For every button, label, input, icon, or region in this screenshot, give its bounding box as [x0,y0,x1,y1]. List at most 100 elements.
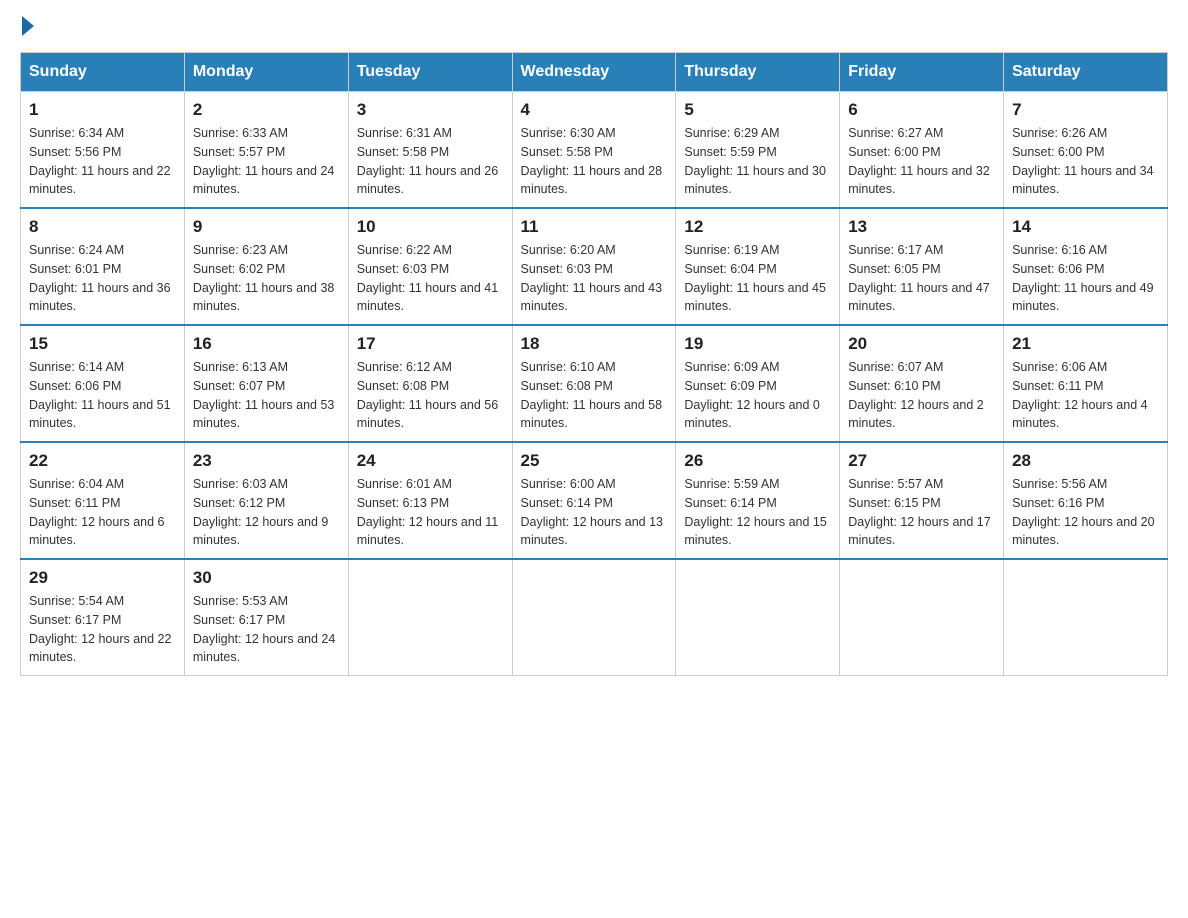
day-number: 21 [1012,334,1159,354]
calendar-header-tuesday: Tuesday [348,53,512,92]
day-info: Sunrise: 6:01 AMSunset: 6:13 PMDaylight:… [357,477,499,547]
calendar-cell: 17 Sunrise: 6:12 AMSunset: 6:08 PMDaylig… [348,325,512,442]
page-header [20,20,1168,36]
calendar-header-monday: Monday [184,53,348,92]
calendar-header-row: SundayMondayTuesdayWednesdayThursdayFrid… [21,53,1168,92]
calendar-cell: 16 Sunrise: 6:13 AMSunset: 6:07 PMDaylig… [184,325,348,442]
day-number: 20 [848,334,995,354]
calendar-cell: 3 Sunrise: 6:31 AMSunset: 5:58 PMDayligh… [348,92,512,209]
calendar-cell: 4 Sunrise: 6:30 AMSunset: 5:58 PMDayligh… [512,92,676,209]
calendar-week-row: 15 Sunrise: 6:14 AMSunset: 6:06 PMDaylig… [21,325,1168,442]
day-info: Sunrise: 6:19 AMSunset: 6:04 PMDaylight:… [684,243,826,313]
day-info: Sunrise: 6:33 AMSunset: 5:57 PMDaylight:… [193,126,335,196]
day-info: Sunrise: 6:07 AMSunset: 6:10 PMDaylight:… [848,360,984,430]
day-number: 13 [848,217,995,237]
day-number: 4 [521,100,668,120]
calendar-cell: 26 Sunrise: 5:59 AMSunset: 6:14 PMDaylig… [676,442,840,559]
calendar-cell [348,559,512,676]
calendar-cell: 28 Sunrise: 5:56 AMSunset: 6:16 PMDaylig… [1004,442,1168,559]
day-info: Sunrise: 6:23 AMSunset: 6:02 PMDaylight:… [193,243,335,313]
calendar-cell: 2 Sunrise: 6:33 AMSunset: 5:57 PMDayligh… [184,92,348,209]
calendar-cell: 29 Sunrise: 5:54 AMSunset: 6:17 PMDaylig… [21,559,185,676]
day-number: 12 [684,217,831,237]
calendar-header-sunday: Sunday [21,53,185,92]
calendar-header-friday: Friday [840,53,1004,92]
day-number: 18 [521,334,668,354]
calendar-week-row: 22 Sunrise: 6:04 AMSunset: 6:11 PMDaylig… [21,442,1168,559]
day-info: Sunrise: 6:04 AMSunset: 6:11 PMDaylight:… [29,477,165,547]
day-info: Sunrise: 6:09 AMSunset: 6:09 PMDaylight:… [684,360,820,430]
calendar-cell: 18 Sunrise: 6:10 AMSunset: 6:08 PMDaylig… [512,325,676,442]
day-number: 22 [29,451,176,471]
day-info: Sunrise: 6:26 AMSunset: 6:00 PMDaylight:… [1012,126,1154,196]
day-number: 2 [193,100,340,120]
day-number: 15 [29,334,176,354]
calendar-cell: 23 Sunrise: 6:03 AMSunset: 6:12 PMDaylig… [184,442,348,559]
calendar-cell: 30 Sunrise: 5:53 AMSunset: 6:17 PMDaylig… [184,559,348,676]
calendar-cell: 14 Sunrise: 6:16 AMSunset: 6:06 PMDaylig… [1004,208,1168,325]
day-number: 11 [521,217,668,237]
day-number: 23 [193,451,340,471]
day-number: 5 [684,100,831,120]
calendar-cell: 21 Sunrise: 6:06 AMSunset: 6:11 PMDaylig… [1004,325,1168,442]
day-info: Sunrise: 6:24 AMSunset: 6:01 PMDaylight:… [29,243,171,313]
calendar-cell: 12 Sunrise: 6:19 AMSunset: 6:04 PMDaylig… [676,208,840,325]
logo-arrow-icon [22,16,34,36]
calendar-cell: 27 Sunrise: 5:57 AMSunset: 6:15 PMDaylig… [840,442,1004,559]
calendar-cell: 10 Sunrise: 6:22 AMSunset: 6:03 PMDaylig… [348,208,512,325]
day-info: Sunrise: 6:14 AMSunset: 6:06 PMDaylight:… [29,360,171,430]
day-number: 19 [684,334,831,354]
day-info: Sunrise: 5:56 AMSunset: 6:16 PMDaylight:… [1012,477,1154,547]
calendar-cell: 8 Sunrise: 6:24 AMSunset: 6:01 PMDayligh… [21,208,185,325]
day-number: 10 [357,217,504,237]
day-info: Sunrise: 5:54 AMSunset: 6:17 PMDaylight:… [29,594,171,664]
calendar-header-thursday: Thursday [676,53,840,92]
calendar-cell: 5 Sunrise: 6:29 AMSunset: 5:59 PMDayligh… [676,92,840,209]
logo [20,20,34,36]
day-number: 25 [521,451,668,471]
day-number: 1 [29,100,176,120]
day-info: Sunrise: 6:12 AMSunset: 6:08 PMDaylight:… [357,360,499,430]
day-info: Sunrise: 6:20 AMSunset: 6:03 PMDaylight:… [521,243,663,313]
day-number: 14 [1012,217,1159,237]
calendar-cell [512,559,676,676]
calendar-cell: 7 Sunrise: 6:26 AMSunset: 6:00 PMDayligh… [1004,92,1168,209]
day-info: Sunrise: 5:53 AMSunset: 6:17 PMDaylight:… [193,594,335,664]
day-number: 8 [29,217,176,237]
day-number: 9 [193,217,340,237]
calendar-week-row: 1 Sunrise: 6:34 AMSunset: 5:56 PMDayligh… [21,92,1168,209]
calendar-cell: 25 Sunrise: 6:00 AMSunset: 6:14 PMDaylig… [512,442,676,559]
day-number: 28 [1012,451,1159,471]
day-info: Sunrise: 6:06 AMSunset: 6:11 PMDaylight:… [1012,360,1148,430]
day-info: Sunrise: 6:16 AMSunset: 6:06 PMDaylight:… [1012,243,1154,313]
calendar-cell: 9 Sunrise: 6:23 AMSunset: 6:02 PMDayligh… [184,208,348,325]
day-info: Sunrise: 6:22 AMSunset: 6:03 PMDaylight:… [357,243,499,313]
day-info: Sunrise: 6:34 AMSunset: 5:56 PMDaylight:… [29,126,171,196]
calendar-table: SundayMondayTuesdayWednesdayThursdayFrid… [20,52,1168,676]
calendar-header-wednesday: Wednesday [512,53,676,92]
day-info: Sunrise: 6:13 AMSunset: 6:07 PMDaylight:… [193,360,335,430]
day-number: 26 [684,451,831,471]
day-number: 30 [193,568,340,588]
day-number: 24 [357,451,504,471]
calendar-cell [676,559,840,676]
day-number: 3 [357,100,504,120]
calendar-cell [840,559,1004,676]
calendar-cell: 1 Sunrise: 6:34 AMSunset: 5:56 PMDayligh… [21,92,185,209]
calendar-header-saturday: Saturday [1004,53,1168,92]
calendar-cell: 24 Sunrise: 6:01 AMSunset: 6:13 PMDaylig… [348,442,512,559]
day-info: Sunrise: 5:59 AMSunset: 6:14 PMDaylight:… [684,477,826,547]
calendar-cell: 11 Sunrise: 6:20 AMSunset: 6:03 PMDaylig… [512,208,676,325]
calendar-week-row: 29 Sunrise: 5:54 AMSunset: 6:17 PMDaylig… [21,559,1168,676]
calendar-cell: 19 Sunrise: 6:09 AMSunset: 6:09 PMDaylig… [676,325,840,442]
day-number: 7 [1012,100,1159,120]
day-info: Sunrise: 6:29 AMSunset: 5:59 PMDaylight:… [684,126,826,196]
calendar-cell: 20 Sunrise: 6:07 AMSunset: 6:10 PMDaylig… [840,325,1004,442]
calendar-cell: 22 Sunrise: 6:04 AMSunset: 6:11 PMDaylig… [21,442,185,559]
day-info: Sunrise: 6:10 AMSunset: 6:08 PMDaylight:… [521,360,663,430]
day-info: Sunrise: 5:57 AMSunset: 6:15 PMDaylight:… [848,477,990,547]
day-info: Sunrise: 6:03 AMSunset: 6:12 PMDaylight:… [193,477,329,547]
day-number: 16 [193,334,340,354]
calendar-cell: 15 Sunrise: 6:14 AMSunset: 6:06 PMDaylig… [21,325,185,442]
day-info: Sunrise: 6:31 AMSunset: 5:58 PMDaylight:… [357,126,499,196]
